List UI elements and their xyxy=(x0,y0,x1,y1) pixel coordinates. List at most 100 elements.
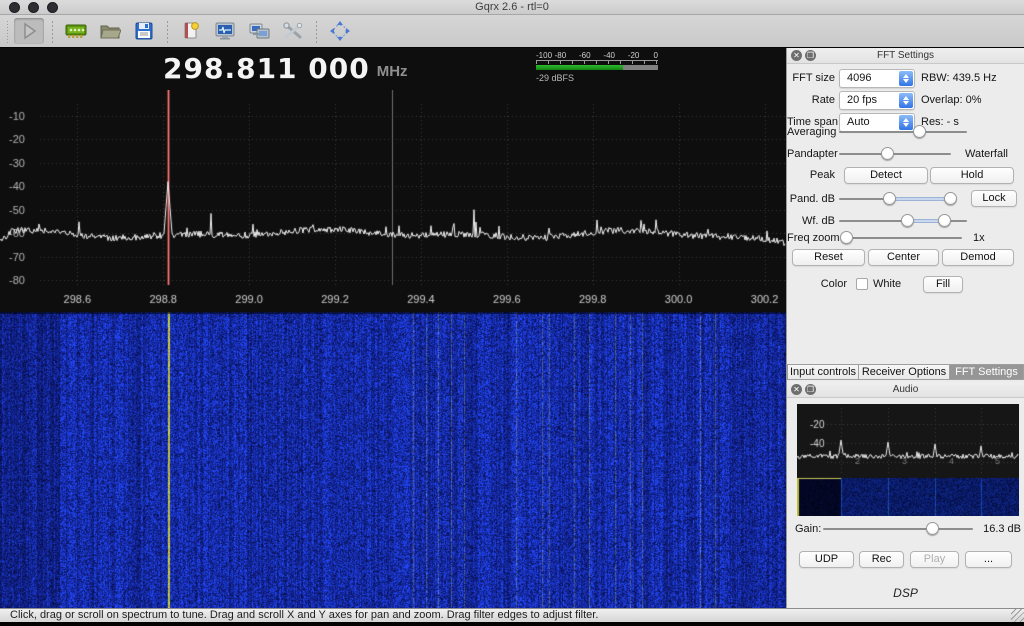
fft-settings-title: FFT Settings xyxy=(876,50,935,61)
demod-button[interactable]: Demod xyxy=(942,249,1014,266)
meter-tick-label: 0 xyxy=(653,51,658,60)
audio-spectrum-display[interactable] xyxy=(797,404,1019,516)
waterfall-display[interactable] xyxy=(0,312,786,608)
bottom-strip xyxy=(0,622,1024,626)
slider-thumb[interactable] xyxy=(912,125,926,138)
floppy-icon xyxy=(134,21,154,41)
frequency-display[interactable]: 298.811 000 MHz xyxy=(163,52,408,85)
pandapter-db-range-slider[interactable] xyxy=(839,192,958,206)
signal-strength-meter: -100 -80 -60 -40 -20 0 -29 dBFS xyxy=(536,51,658,83)
dsp-label: DSP xyxy=(893,586,918,600)
slider-thumb[interactable] xyxy=(881,147,895,160)
rbw-value: RBW: 439.5 Hz xyxy=(921,72,997,84)
play-icon xyxy=(19,21,39,41)
window-controls xyxy=(9,2,58,13)
meter-reading: -29 dBFS xyxy=(536,73,575,83)
tab-input-controls[interactable]: Input controls xyxy=(787,364,859,380)
white-checkbox-label: White xyxy=(873,278,902,290)
meter-ticks xyxy=(536,60,658,64)
frequency-area: 298.811 000 MHz -100 -80 -60 -40 -20 0 -29 dB… xyxy=(0,48,786,90)
close-window-button[interactable] xyxy=(9,2,20,13)
arrows-icon xyxy=(329,20,351,42)
slider-low-thumb[interactable] xyxy=(901,214,915,227)
more-button[interactable]: ... xyxy=(965,551,1012,568)
white-checkbox[interactable] xyxy=(856,278,868,290)
fft-size-select[interactable]: 4096 xyxy=(839,69,915,88)
toolbar-separator xyxy=(52,19,53,43)
meter-tick-label: -60 xyxy=(579,51,591,60)
folder-icon xyxy=(99,21,121,41)
io-devices-button[interactable] xyxy=(61,18,91,44)
stepper-icon[interactable] xyxy=(899,71,913,86)
remote-control-button[interactable] xyxy=(244,18,274,44)
device-icon xyxy=(65,21,87,41)
waterfall-db-range-slider[interactable] xyxy=(839,214,967,228)
toolbar-grip[interactable] xyxy=(4,19,10,43)
slider-thumb[interactable] xyxy=(925,522,939,535)
slider-high-thumb[interactable] xyxy=(944,192,958,205)
bookmarks-button[interactable] xyxy=(176,18,206,44)
open-button[interactable] xyxy=(95,18,125,44)
float-icon[interactable]: ❐ xyxy=(805,384,816,395)
dock-tabbar: Input controls Receiver Options FFT Sett… xyxy=(787,364,1024,380)
minimize-window-button[interactable] xyxy=(28,2,39,13)
audio-gain-slider[interactable] xyxy=(823,522,973,536)
tools-icon xyxy=(282,21,304,41)
rate-select[interactable]: 20 fps xyxy=(839,91,915,110)
rec-button[interactable]: Rec xyxy=(859,551,904,568)
slider-low-thumb[interactable] xyxy=(882,192,896,205)
peak-detect-button[interactable]: Detect xyxy=(844,167,928,184)
tools-button[interactable] xyxy=(278,18,308,44)
peak-label: Peak xyxy=(809,169,835,181)
averaging-label: Averaging xyxy=(787,126,837,138)
close-icon[interactable]: ✕ xyxy=(791,384,802,395)
float-icon[interactable]: ❐ xyxy=(805,50,816,61)
fft-size-label: FFT size xyxy=(792,72,835,84)
window-title: Gqrx 2.6 - rtl=0 xyxy=(475,1,549,13)
peak-hold-button[interactable]: Hold xyxy=(930,167,1014,184)
resize-grip[interactable] xyxy=(1011,609,1024,622)
overlap-value: Overlap: 0% xyxy=(921,94,982,106)
lock-button[interactable]: Lock xyxy=(971,190,1017,207)
status-bar: Click, drag or scroll on spectrum to tun… xyxy=(0,608,1024,622)
frequency-digits[interactable]: 298.811 000 xyxy=(163,52,370,85)
gain-label: Gain: xyxy=(795,523,822,535)
meter-bar xyxy=(536,65,658,70)
audio-title: Audio xyxy=(892,384,919,395)
waterfall-label: Waterfall xyxy=(965,148,1008,160)
stepper-icon[interactable] xyxy=(899,93,913,108)
titlebar[interactable]: Gqrx 2.6 - rtl=0 xyxy=(0,0,1024,15)
bookmark-icon xyxy=(181,21,201,41)
meter-fill xyxy=(536,65,623,70)
tab-fft-settings[interactable]: FFT Settings xyxy=(950,364,1024,380)
fft-settings-header: ✕ ❐ FFT Settings xyxy=(787,48,1024,64)
dock-panel: ✕ ❐ FFT Settings FFT size 4096 RBW: 439.… xyxy=(786,48,1024,608)
fill-button[interactable]: Fill xyxy=(923,276,963,293)
pand-db-label: Pand. dB xyxy=(789,193,835,205)
toolbar xyxy=(0,15,1024,48)
fullscreen-button[interactable] xyxy=(325,18,355,44)
udp-button[interactable]: UDP xyxy=(799,551,854,568)
freq-zoom-value: 1x xyxy=(973,232,985,244)
pandapter-spectrum[interactable] xyxy=(0,90,786,312)
pandapter-waterfall-slider[interactable] xyxy=(839,147,951,161)
center-button[interactable]: Center xyxy=(868,249,939,266)
remote-icon xyxy=(248,21,270,41)
reset-button[interactable]: Reset xyxy=(792,249,865,266)
freq-zoom-slider[interactable] xyxy=(839,231,962,245)
meter-scale-labels: -100 -80 -60 -40 -20 0 xyxy=(536,51,658,60)
spectrum-window-button[interactable] xyxy=(210,18,240,44)
close-icon[interactable]: ✕ xyxy=(791,50,802,61)
start-dsp-button[interactable] xyxy=(14,18,44,44)
gain-value: 16.3 dB xyxy=(983,523,1021,535)
slider-high-thumb[interactable] xyxy=(938,214,952,227)
meter-tick-label: -80 xyxy=(554,51,567,60)
slider-thumb[interactable] xyxy=(839,231,853,244)
tab-receiver-options[interactable]: Receiver Options xyxy=(859,364,950,380)
audio-header: ✕ ❐ Audio xyxy=(787,382,1024,398)
zoom-window-button[interactable] xyxy=(47,2,58,13)
averaging-slider[interactable] xyxy=(839,125,967,139)
save-button[interactable] xyxy=(129,18,159,44)
wf-db-label: Wf. dB xyxy=(801,215,835,227)
play-button[interactable]: Play xyxy=(910,551,959,568)
